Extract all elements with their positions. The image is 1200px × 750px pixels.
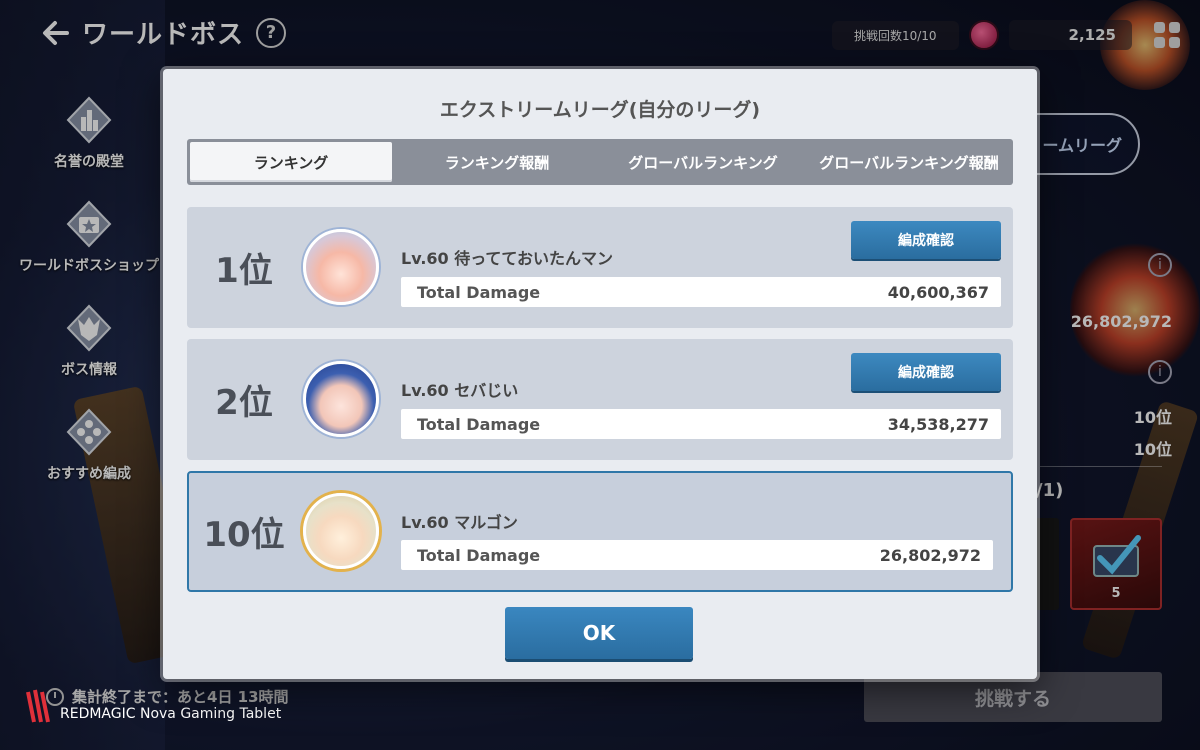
view-formation-button[interactable]: 編成確認 [851,353,1001,391]
ranking-list: 1位 Lv.60 待ってておいたんマン 編成確認 Total Damage 40… [187,207,1013,592]
tab-global-ranking-rewards[interactable]: グローバルランキング報酬 [808,142,1010,182]
damage-value: 40,600,367 [887,282,989,302]
tab-ranking-rewards[interactable]: ランキング報酬 [396,142,598,182]
damage-bar: Total Damage 34,538,277 [401,409,1001,439]
damage-label: Total Damage [417,545,541,565]
player-name: Lv.60 マルゴン [401,513,518,532]
ranking-row-self: 10位 Lv.60 マルゴン Total Damage 26,802,972 [187,471,1013,592]
device-watermark: REDMAGIC Nova Gaming Tablet [24,688,281,726]
player-name: Lv.60 セバじい [401,381,519,400]
damage-value: 34,538,277 [887,414,989,434]
player-avatar[interactable] [303,493,379,569]
damage-label: Total Damage [417,414,541,434]
league-ranking-dialog: エクストリームリーグ(自分のリーグ) ランキング ランキング報酬 グローバルラン… [163,69,1037,679]
player-avatar[interactable] [303,229,379,305]
rank-position: 10位 [203,515,285,555]
ok-button[interactable]: OK [505,607,693,659]
player-avatar[interactable] [303,361,379,437]
dialog-title: エクストリームリーグ(自分のリーグ) [439,99,761,121]
damage-bar: Total Damage 26,802,972 [401,540,993,570]
ranking-row: 1位 Lv.60 待ってておいたんマン 編成確認 Total Damage 40… [187,207,1013,328]
watermark-text: REDMAGIC Nova Gaming Tablet [60,706,282,722]
tab-ranking[interactable]: ランキング [190,142,392,182]
damage-value: 26,802,972 [879,545,981,565]
damage-label: Total Damage [417,282,541,302]
ranking-row: 2位 Lv.60 セバじい 編成確認 Total Damage 34,538,2… [187,339,1013,460]
damage-bar: Total Damage 40,600,367 [401,277,1001,307]
rank-position: 2位 [215,383,273,423]
ranking-tabs: ランキング ランキング報酬 グローバルランキング グローバルランキング報酬 [187,139,1013,185]
redmagic-logo-icon [26,689,50,723]
player-name: Lv.60 待ってておいたんマン [401,249,613,268]
tab-global-ranking[interactable]: グローバルランキング [602,142,804,182]
rank-position: 1位 [215,251,273,291]
view-formation-button[interactable]: 編成確認 [851,221,1001,259]
